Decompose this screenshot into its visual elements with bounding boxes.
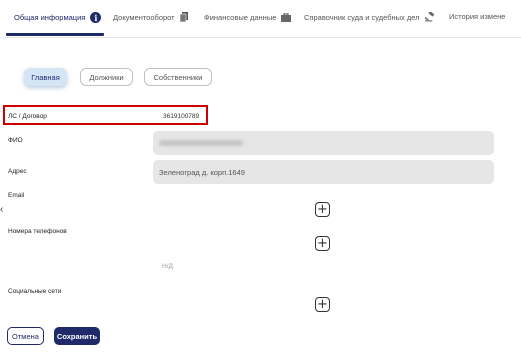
tab-label: Финансовые данные [204,12,277,22]
document-icon [180,12,190,22]
add-email-button[interactable]: + [315,202,330,217]
tab-change-history[interactable]: История измене [449,12,505,21]
subtab-label: Собственники [153,72,203,82]
subtab-main[interactable]: Главная [24,68,67,86]
phones-empty-placeholder: Н/Д [162,263,173,270]
plus-icon: + [317,235,328,251]
subtab-debtors[interactable]: Должники [80,68,133,86]
email-label: Email [8,192,25,199]
redacted-value [159,140,243,146]
account-value: 3619100789 [163,113,200,120]
tab-financial-data[interactable]: Финансовые данные [204,12,292,22]
save-label: Сохранить [56,331,98,341]
tab-label: История измене [449,12,506,21]
gavel-icon [424,12,435,22]
tab-label: Документооборот [113,12,175,22]
plus-icon: + [317,201,328,217]
fio-field[interactable] [153,131,494,155]
tab-bar: Общая информация i Документооборот Финан… [0,0,521,38]
tab-court-reference[interactable]: Справочник суда и судебных дел [304,12,435,22]
chevron-left-icon: ‹ [0,204,4,215]
social-label: Социальные сети [8,288,62,295]
info-icon: i [90,12,102,23]
tab-document-flow[interactable]: Документооборот [113,12,190,22]
address-label: Адрес [8,168,27,175]
cancel-label: Отмена [12,331,39,341]
subtab-label: Главная [31,72,60,82]
phones-label: Номера телефонов [8,228,67,235]
address-value: Зеленоград д. корп.1649 [159,167,245,177]
subtab-owners[interactable]: Собственники [144,68,212,86]
add-social-button[interactable]: + [315,297,330,312]
tab-general-info[interactable]: Общая информация i [14,12,102,23]
add-phone-button[interactable]: + [315,236,330,251]
address-field[interactable]: Зеленоград д. корп.1649 [153,160,494,184]
active-tab-indicator [6,33,104,36]
plus-icon: + [317,296,328,312]
subtab-label: Должники [89,72,124,82]
save-button[interactable]: Сохранить [54,327,100,345]
briefcase-icon [281,12,292,22]
tab-label: Справочник суда и судебных дел [304,12,420,22]
cancel-button[interactable]: Отмена [7,327,44,345]
fio-label: ФИО [8,137,23,144]
tab-label: Общая информация [14,13,86,22]
account-label: ЛС / Договор [8,113,47,120]
